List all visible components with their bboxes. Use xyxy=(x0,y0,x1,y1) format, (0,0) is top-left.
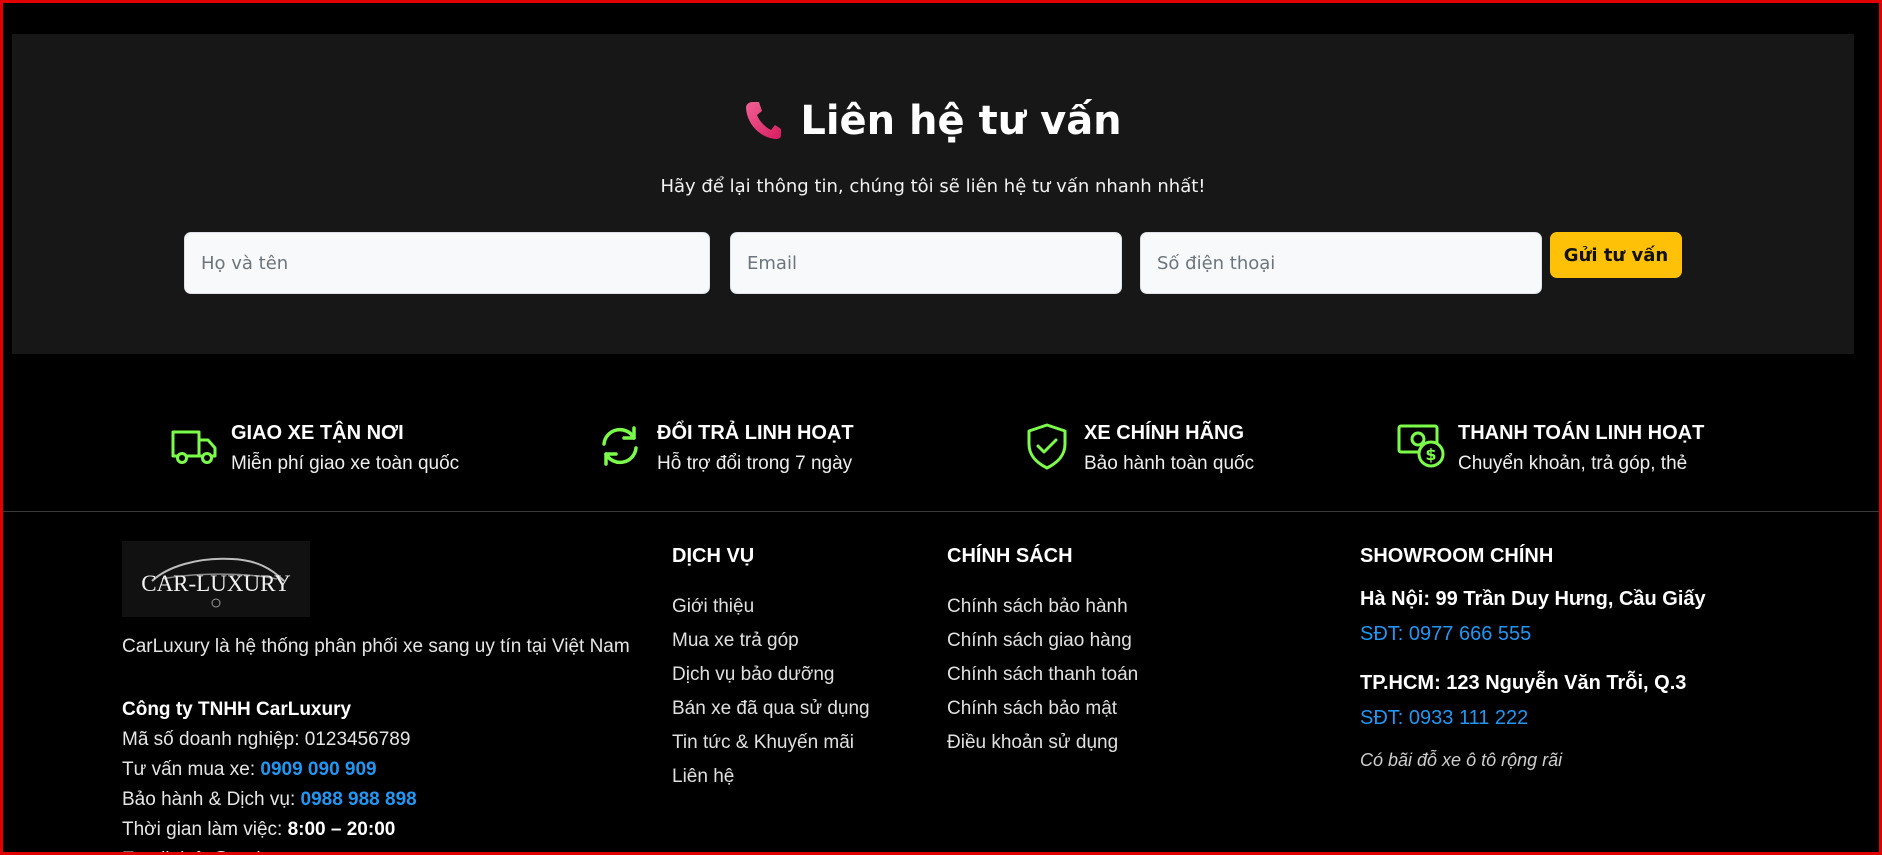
submit-consult-button[interactable]: Gửi tư vấn xyxy=(1550,232,1682,278)
tax-id: Mã số doanh nghiệp: 0123456789 xyxy=(122,729,411,750)
feature-desc: Miễn phí giao xe toàn quốc xyxy=(231,453,460,474)
showroom-heading: SHOWROOM CHÍNH xyxy=(1360,545,1554,567)
link-used-cars[interactable]: Bán xe đã qua sử dụng xyxy=(672,692,870,726)
feature-desc: Bảo hành toàn quốc xyxy=(1084,453,1255,474)
services-list: Giới thiệu Mua xe trả góp Dịch vụ bảo dư… xyxy=(672,590,870,794)
logo-text: CAR-LUXURY xyxy=(141,571,291,596)
contact-subtitle: Hãy để lại thông tin, chúng tôi sẽ liên … xyxy=(660,176,1206,197)
link-maintenance[interactable]: Dịch vụ bảo dưỡng xyxy=(672,658,870,692)
hours-label: Thời gian làm việc: xyxy=(122,819,283,840)
showroom-info: Hà Nội: 99 Trần Duy Hưng, Cầu Giấy SĐT: … xyxy=(1360,588,1706,771)
hcm-address: TP.HCM: 123 Nguyễn Văn Trỗi, Q.3 xyxy=(1360,672,1687,694)
hanoi-phone-link[interactable]: SĐT: 0977 666 555 xyxy=(1360,623,1706,646)
svg-text:$: $ xyxy=(1425,445,1436,464)
feature-title: THANH TOÁN LINH HOẠT xyxy=(1458,422,1705,444)
sales-label: Tư vấn mua xe: xyxy=(122,759,256,780)
contact-title-text: Liên hệ tư vấn xyxy=(800,98,1122,144)
feature-title: XE CHÍNH HÃNG xyxy=(1084,422,1245,444)
feature-desc: Hỗ trợ đổi trong 7 ngày xyxy=(657,453,853,474)
sales-contact: Tư vấn mua xe: 0909 090 909 xyxy=(122,755,417,785)
link-privacy-policy[interactable]: Chính sách bảo mật xyxy=(947,692,1138,726)
parking-note: Có bãi đỗ xe ô tô rộng rãi xyxy=(1360,750,1563,770)
email-input[interactable] xyxy=(730,232,1122,294)
services-heading: DỊCH VỤ xyxy=(672,545,755,567)
policy-list: Chính sách bảo hành Chính sách giao hàng… xyxy=(947,590,1138,760)
link-terms[interactable]: Điều khoản sử dụng xyxy=(947,726,1138,760)
policy-heading: CHÍNH SÁCH xyxy=(947,545,1073,567)
money-icon: $ xyxy=(1397,424,1445,468)
link-warranty-policy[interactable]: Chính sách bảo hành xyxy=(947,590,1138,624)
phone-input[interactable] xyxy=(1140,232,1542,294)
company-name: Công ty TNHH CarLuxury xyxy=(122,699,352,720)
link-about[interactable]: Giới thiệu xyxy=(672,590,870,624)
carluxury-logo[interactable]: CAR-LUXURY xyxy=(122,541,310,617)
feature-title: GIAO XE TẬN NƠI xyxy=(231,422,404,444)
feature-title: ĐỔI TRẢ LINH HOẠT xyxy=(657,422,854,444)
hcm-phone-link[interactable]: SĐT: 0933 111 222 xyxy=(1360,707,1706,730)
truck-icon xyxy=(171,430,217,464)
phone-icon xyxy=(746,102,782,139)
link-news[interactable]: Tin tức & Khuyến mãi xyxy=(672,726,870,760)
footer-divider xyxy=(3,511,1879,512)
link-contact[interactable]: Liên hệ xyxy=(672,760,870,794)
working-hours: Thời gian làm việc: 8:00 – 20:00 xyxy=(122,815,417,845)
contact-section: Liên hệ tư vấn Hãy để lại thông tin, chú… xyxy=(12,34,1854,354)
service-label: Bảo hành & Dịch vụ: xyxy=(122,789,296,810)
sales-phone-link[interactable]: 0909 090 909 xyxy=(260,759,376,780)
service-phone-link[interactable]: 0988 988 898 xyxy=(301,789,417,810)
hours-value: 8:00 – 20:00 xyxy=(287,819,396,840)
company-info: Công ty TNHH CarLuxury Mã số doanh nghiệ… xyxy=(122,695,417,855)
feature-desc: Chuyển khoản, trả góp, thẻ xyxy=(1458,453,1688,474)
service-contact: Bảo hành & Dịch vụ: 0988 988 898 xyxy=(122,785,417,815)
email-line[interactable]: Email: info@carluxury.vn xyxy=(122,845,417,855)
contact-title: Liên hệ tư vấn xyxy=(12,98,1854,144)
company-about: CarLuxury là hệ thống phân phối xe sang … xyxy=(122,636,630,657)
shield-check-icon xyxy=(1027,423,1067,470)
link-shipping-policy[interactable]: Chính sách giao hàng xyxy=(947,624,1138,658)
hanoi-address: Hà Nội: 99 Trần Duy Hưng, Cầu Giấy xyxy=(1360,588,1706,610)
link-payment-policy[interactable]: Chính sách thanh toán xyxy=(947,658,1138,692)
link-installment[interactable]: Mua xe trả góp xyxy=(672,624,870,658)
name-input[interactable] xyxy=(184,232,710,294)
refresh-icon xyxy=(602,426,638,466)
